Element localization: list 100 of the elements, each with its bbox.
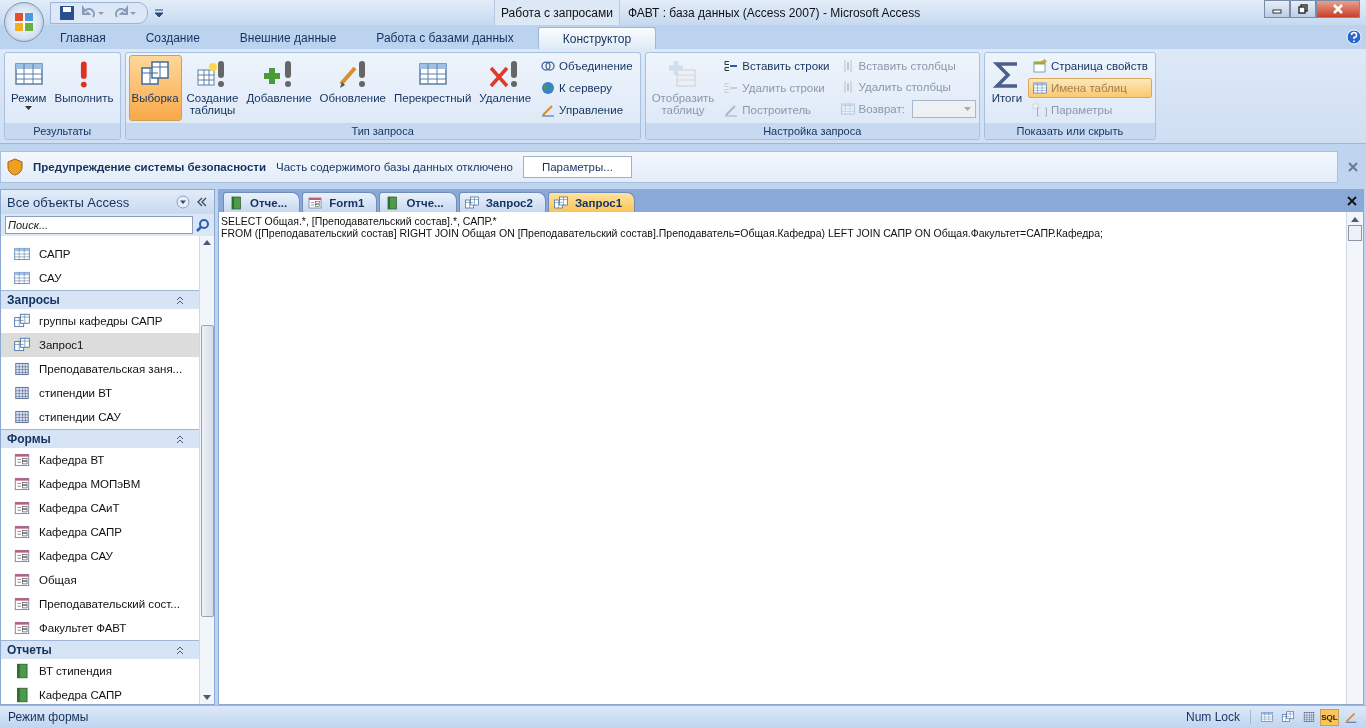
scrollbar[interactable] bbox=[199, 236, 214, 704]
ribbon-button[interactable]: К серверу bbox=[536, 78, 637, 98]
globe-icon bbox=[540, 80, 557, 96]
navigation-item[interactable]: САУ bbox=[1, 266, 199, 290]
table-icon bbox=[13, 245, 31, 263]
table-icon bbox=[839, 101, 856, 118]
collapse-icon[interactable] bbox=[175, 295, 185, 305]
navigation-item[interactable]: Общая bbox=[1, 568, 199, 592]
dropdown-icon[interactable] bbox=[176, 195, 190, 209]
ribbon-button[interactable]: Объединение bbox=[536, 56, 637, 76]
navigation-item[interactable]: группы кафедры САПР bbox=[1, 309, 199, 333]
ribbon-tab[interactable]: Внешние данные bbox=[223, 27, 353, 49]
scroll-down-icon[interactable] bbox=[203, 695, 211, 701]
navigation-item[interactable]: Кафедра САПР bbox=[1, 683, 199, 704]
customize-caret-icon[interactable] bbox=[154, 6, 164, 19]
group-label: Результаты bbox=[5, 123, 120, 139]
scrollbar-thumb[interactable] bbox=[200, 325, 214, 617]
navigation-item[interactable]: САПР bbox=[1, 242, 199, 266]
ribbon-tab[interactable]: Конструктор bbox=[537, 27, 657, 49]
rings-icon bbox=[540, 58, 557, 74]
group-label: Настройка запроса bbox=[645, 123, 979, 139]
ribbon-button[interactable]: Создание таблицы bbox=[183, 55, 242, 121]
section-header[interactable]: Отчеты bbox=[1, 640, 199, 659]
navigation-item[interactable]: Кафедра САиТ bbox=[1, 496, 199, 520]
caret-icon bbox=[963, 107, 971, 112]
navigation-item[interactable]: Кафедра ВТ bbox=[1, 448, 199, 472]
office-logo-button[interactable] bbox=[4, 2, 44, 42]
navigation-item[interactable]: ВТ стипендия bbox=[1, 659, 199, 683]
table-icon bbox=[13, 269, 31, 287]
document-tab[interactable]: Запрос1 bbox=[547, 192, 636, 212]
context-tab-label: Работа с запросами bbox=[494, 0, 620, 25]
collapse-icon[interactable] bbox=[196, 196, 208, 208]
form-icon bbox=[13, 475, 31, 493]
ribbon-tab[interactable]: Работа с базами данных bbox=[360, 27, 530, 49]
collapse-icon[interactable] bbox=[175, 434, 185, 444]
section-header[interactable]: Запросы bbox=[1, 290, 199, 309]
document-tab[interactable]: Запрос2 bbox=[458, 192, 546, 212]
ribbon-button[interactable]: Удаление bbox=[476, 55, 535, 121]
section-header[interactable]: Формы bbox=[1, 429, 199, 448]
datasheet-icon bbox=[13, 360, 31, 378]
ribbon-button[interactable]: Итоги bbox=[987, 55, 1026, 121]
help-icon[interactable] bbox=[1346, 29, 1362, 45]
ribbon-button[interactable]: Выборка bbox=[128, 55, 182, 121]
navigation-item[interactable]: Кафедра МОПэВМ bbox=[1, 472, 199, 496]
ribbon-button[interactable]: Обновление bbox=[316, 55, 389, 121]
security-warning-message: Часть содержимого базы данных отключено bbox=[276, 161, 513, 173]
office-logo-icon bbox=[12, 10, 36, 34]
document-tab[interactable]: Отче... bbox=[223, 192, 301, 212]
ribbon-tab[interactable]: Главная bbox=[44, 27, 122, 49]
restore-button[interactable] bbox=[1290, 0, 1316, 18]
navigation-item[interactable]: Факультет ФАВТ bbox=[1, 616, 199, 640]
close-button[interactable] bbox=[1316, 0, 1360, 18]
section-title: Формы bbox=[7, 432, 51, 446]
document-tab[interactable]: Отче... bbox=[379, 192, 457, 212]
sql-view-button[interactable]: SQL bbox=[1320, 708, 1339, 726]
ribbon-button[interactable]: Перекрестный bbox=[390, 55, 475, 121]
ribbon-button[interactable]: Выполнить bbox=[51, 55, 117, 121]
datasheet-icon bbox=[13, 384, 31, 402]
navigation-item[interactable]: Кафедра САУ bbox=[1, 544, 199, 568]
datasheet-icon bbox=[1301, 710, 1316, 724]
form-icon bbox=[13, 619, 31, 637]
navigation-item[interactable]: Запрос1 bbox=[1, 333, 199, 357]
query-icon bbox=[13, 336, 31, 354]
query-icon bbox=[1280, 710, 1295, 724]
wand-icon bbox=[723, 102, 740, 118]
sql-line: SELECT Общая.*, [Преподавательский состав].*, САПР.* bbox=[221, 215, 498, 227]
navigation-item[interactable]: Преподавательский сост... bbox=[1, 592, 199, 616]
sheet-icon bbox=[1031, 58, 1048, 74]
window-title: ФАВТ : база данных (Access 2007) - Microsoft Access bbox=[627, 5, 921, 20]
document-tab[interactable]: Form1 bbox=[302, 192, 378, 212]
options-button[interactable]: Параметры... bbox=[522, 156, 632, 178]
ribbon-tab[interactable]: Создание bbox=[129, 27, 216, 49]
restore-icon bbox=[1298, 4, 1308, 14]
close-icon bbox=[1332, 4, 1344, 14]
navigation-item[interactable]: стипендии САУ bbox=[1, 405, 199, 429]
scrollbar[interactable] bbox=[1346, 212, 1363, 704]
close-icon[interactable] bbox=[1347, 196, 1357, 206]
query-icon bbox=[13, 312, 31, 330]
ribbon-button[interactable]: Страница свойств bbox=[1027, 56, 1152, 76]
collapse-icon[interactable] bbox=[175, 645, 185, 655]
ribbon-button[interactable]: Управление bbox=[536, 100, 637, 120]
table-grid-icon bbox=[1031, 80, 1048, 96]
delete-rows-icon bbox=[723, 80, 740, 96]
ribbon-button[interactable]: Режим bbox=[8, 55, 50, 121]
num-lock-indicator: Num Lock bbox=[1175, 710, 1251, 724]
security-warning-title: Предупреждение системы безопасности bbox=[33, 161, 267, 173]
navigation-item[interactable]: Кафедра САПР bbox=[1, 520, 199, 544]
ribbon-button[interactable]: Добавление bbox=[243, 55, 315, 121]
group-label: Показать или скрыть bbox=[984, 123, 1155, 139]
navigation-item[interactable]: Преподавательская заня... bbox=[1, 357, 199, 381]
search-icon[interactable] bbox=[196, 218, 210, 232]
scroll-up-icon[interactable] bbox=[203, 239, 211, 245]
search-field[interactable]: Поиск... bbox=[5, 216, 193, 234]
combo-label: Возврат: bbox=[835, 98, 909, 121]
ribbon-button[interactable]: Вставить строки bbox=[719, 56, 834, 76]
scrollbar-thumb[interactable] bbox=[1348, 225, 1362, 241]
save-icon[interactable] bbox=[59, 4, 75, 21]
scroll-up-icon[interactable] bbox=[1351, 216, 1359, 222]
navigation-item[interactable]: стипендии ВТ bbox=[1, 381, 199, 405]
status-text: Режим формы bbox=[7, 710, 89, 724]
